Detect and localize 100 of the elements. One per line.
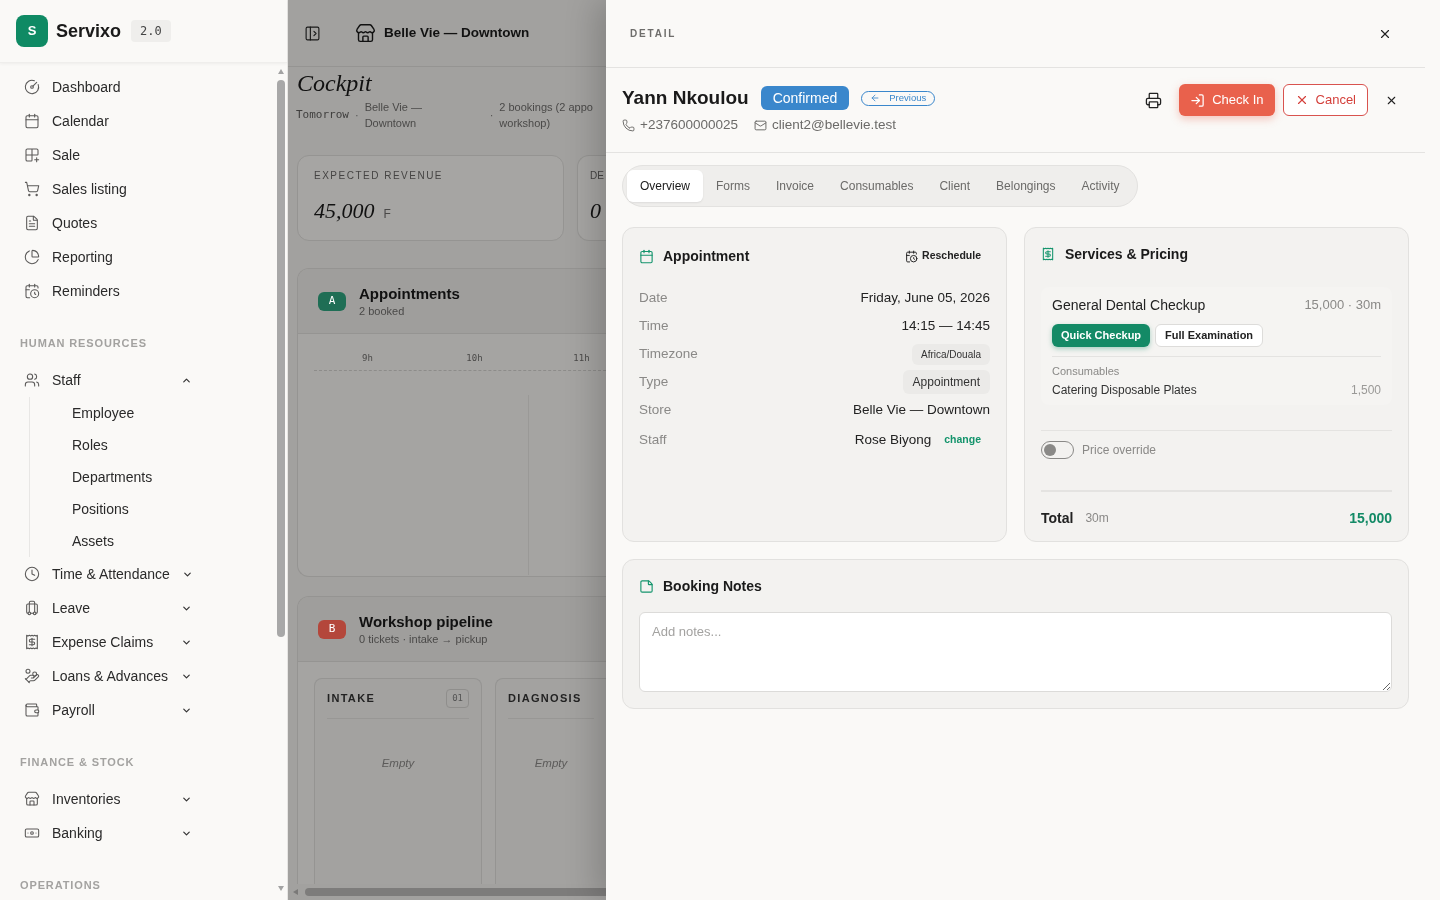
type-tag: Appointment — [902, 370, 990, 394]
stat-label: EXPECTED REVENUE — [314, 170, 444, 181]
calendar-icon — [24, 113, 40, 129]
nav-item[interactable]: Staff — [24, 363, 192, 397]
time-axis-label: 10h — [466, 352, 483, 365]
banknote-icon — [24, 825, 40, 841]
app-logo: S — [16, 15, 48, 47]
nav-subitem[interactable]: Positions — [72, 493, 129, 525]
field-label: Store — [639, 400, 672, 419]
section-subtitle: 0 tickets · intake → pickup — [359, 631, 489, 647]
nav-item[interactable]: Quotes — [24, 206, 192, 240]
nav-item[interactable]: Payroll — [24, 693, 192, 727]
tab[interactable]: Activity — [1068, 170, 1133, 202]
receipt-icon — [24, 634, 40, 650]
panel-toggle-icon[interactable] — [304, 24, 321, 42]
service-name: General Dental Checkup — [1052, 295, 1206, 315]
cart-icon — [24, 181, 40, 197]
nav-item[interactable]: Sale — [24, 138, 192, 172]
reschedule-button[interactable]: Reschedule — [905, 248, 981, 264]
mail-icon — [754, 118, 767, 132]
time-axis-label: 11h — [573, 352, 590, 365]
printer-icon — [1145, 91, 1163, 109]
nav-subitem[interactable]: Roles — [72, 429, 108, 461]
phone-icon — [622, 118, 635, 132]
column-title: DIAGNOSIS — [508, 691, 582, 707]
section-badge: B — [318, 619, 346, 639]
field-label: Time — [639, 316, 669, 335]
nav-item[interactable]: Leave — [24, 591, 192, 625]
card-title: Appointment — [663, 246, 750, 266]
section-badge: A — [318, 291, 346, 311]
section-subtitle: 2 booked — [359, 303, 406, 319]
cancel-button[interactable]: Cancel — [1282, 84, 1368, 116]
section-title: Appointments — [359, 283, 460, 304]
tab[interactable]: Consumables — [827, 170, 927, 202]
timezone-tag: Africa/Douala — [911, 343, 990, 365]
stat-label: DE — [590, 170, 604, 181]
field-label: Timezone — [639, 344, 698, 363]
email-address: client2@bellevie.test — [772, 115, 896, 134]
nav-item[interactable]: Banking — [24, 816, 192, 850]
consumables-heading: Consumables — [1052, 365, 1120, 377]
section-heading: OPERATIONS — [20, 879, 101, 891]
print-button[interactable] — [1145, 91, 1163, 109]
panel-title: DETAIL — [630, 27, 677, 41]
variant-chip[interactable]: Full Examination — [1155, 324, 1264, 347]
document-icon — [24, 215, 40, 231]
nav-item[interactable]: Time & Attendance — [24, 557, 192, 591]
nav-item[interactable]: Calendar — [24, 104, 192, 138]
nav-item[interactable]: Dashboard — [24, 70, 192, 104]
nav-item[interactable]: Reporting — [24, 240, 192, 274]
nav-subitem[interactable]: Employee — [72, 397, 135, 429]
grid-plus-icon — [24, 147, 40, 163]
pie-chart-icon — [24, 249, 40, 265]
hand-coins-icon — [24, 668, 40, 684]
luggage-icon — [24, 600, 40, 616]
tab[interactable]: Invoice — [763, 170, 828, 202]
nav-item[interactable]: Loans & Advances — [24, 659, 192, 693]
nav-item[interactable]: Expense Claims — [24, 625, 192, 659]
nav-item[interactable]: Reminders — [24, 274, 192, 308]
consumable-name: Catering Disposable Plates — [1052, 382, 1197, 399]
total-duration: 30m — [1085, 510, 1109, 527]
service-meta: 15,000 · 30m — [1304, 296, 1381, 315]
tab[interactable]: Overview — [627, 170, 703, 202]
store-icon — [355, 22, 376, 44]
arrow-left-icon — [870, 93, 881, 103]
version-label: 2.0 — [131, 20, 171, 42]
consumable-price: 1,500 — [1350, 382, 1381, 399]
field-value: 14:15 — 14:45 — [901, 316, 990, 335]
nav-item[interactable]: Sales listing — [24, 172, 192, 206]
tab[interactable]: Forms — [703, 170, 763, 202]
notes-field[interactable]: Add notes... — [639, 612, 1392, 692]
empty-state-text: Empty — [381, 756, 415, 771]
empty-state-text: Empty — [534, 756, 568, 771]
clock-icon — [24, 566, 40, 582]
meta-text: Belle Vie — Downtown — [364, 100, 423, 131]
client-name: Yann Nkoulou — [622, 85, 749, 110]
calendar-clock-icon — [24, 283, 40, 299]
nav-subitem[interactable]: Departments — [72, 461, 153, 493]
phone-number: +237600000025 — [640, 115, 738, 134]
section-title: Workshop pipeline — [359, 611, 493, 632]
receipt-icon — [1041, 247, 1055, 261]
stat-value: 45,000 — [314, 197, 375, 225]
nav-subitem[interactable]: Assets — [72, 525, 114, 557]
stat-value: 0 — [590, 197, 601, 225]
calendar-clock-icon — [905, 249, 919, 263]
calendar-icon — [639, 248, 654, 264]
field-label: Date — [639, 288, 668, 307]
total-amount: 15,000 — [1349, 508, 1392, 528]
store-selector[interactable]: Belle Vie — Downtown — [355, 22, 530, 44]
separator: · — [489, 107, 494, 123]
price-override-toggle[interactable] — [1041, 441, 1074, 459]
tab[interactable]: Client — [926, 170, 984, 202]
people-icon — [24, 372, 40, 388]
column-count: 01 — [446, 688, 469, 709]
page-title: Cockpit — [297, 70, 372, 96]
note-icon — [639, 578, 654, 594]
variant-chip[interactable]: Quick Checkup — [1052, 324, 1151, 347]
nav-item[interactable]: Inventories — [24, 782, 192, 816]
gauge-icon — [24, 79, 40, 95]
tab[interactable]: Belongings — [983, 170, 1069, 202]
store-icon — [24, 791, 40, 807]
